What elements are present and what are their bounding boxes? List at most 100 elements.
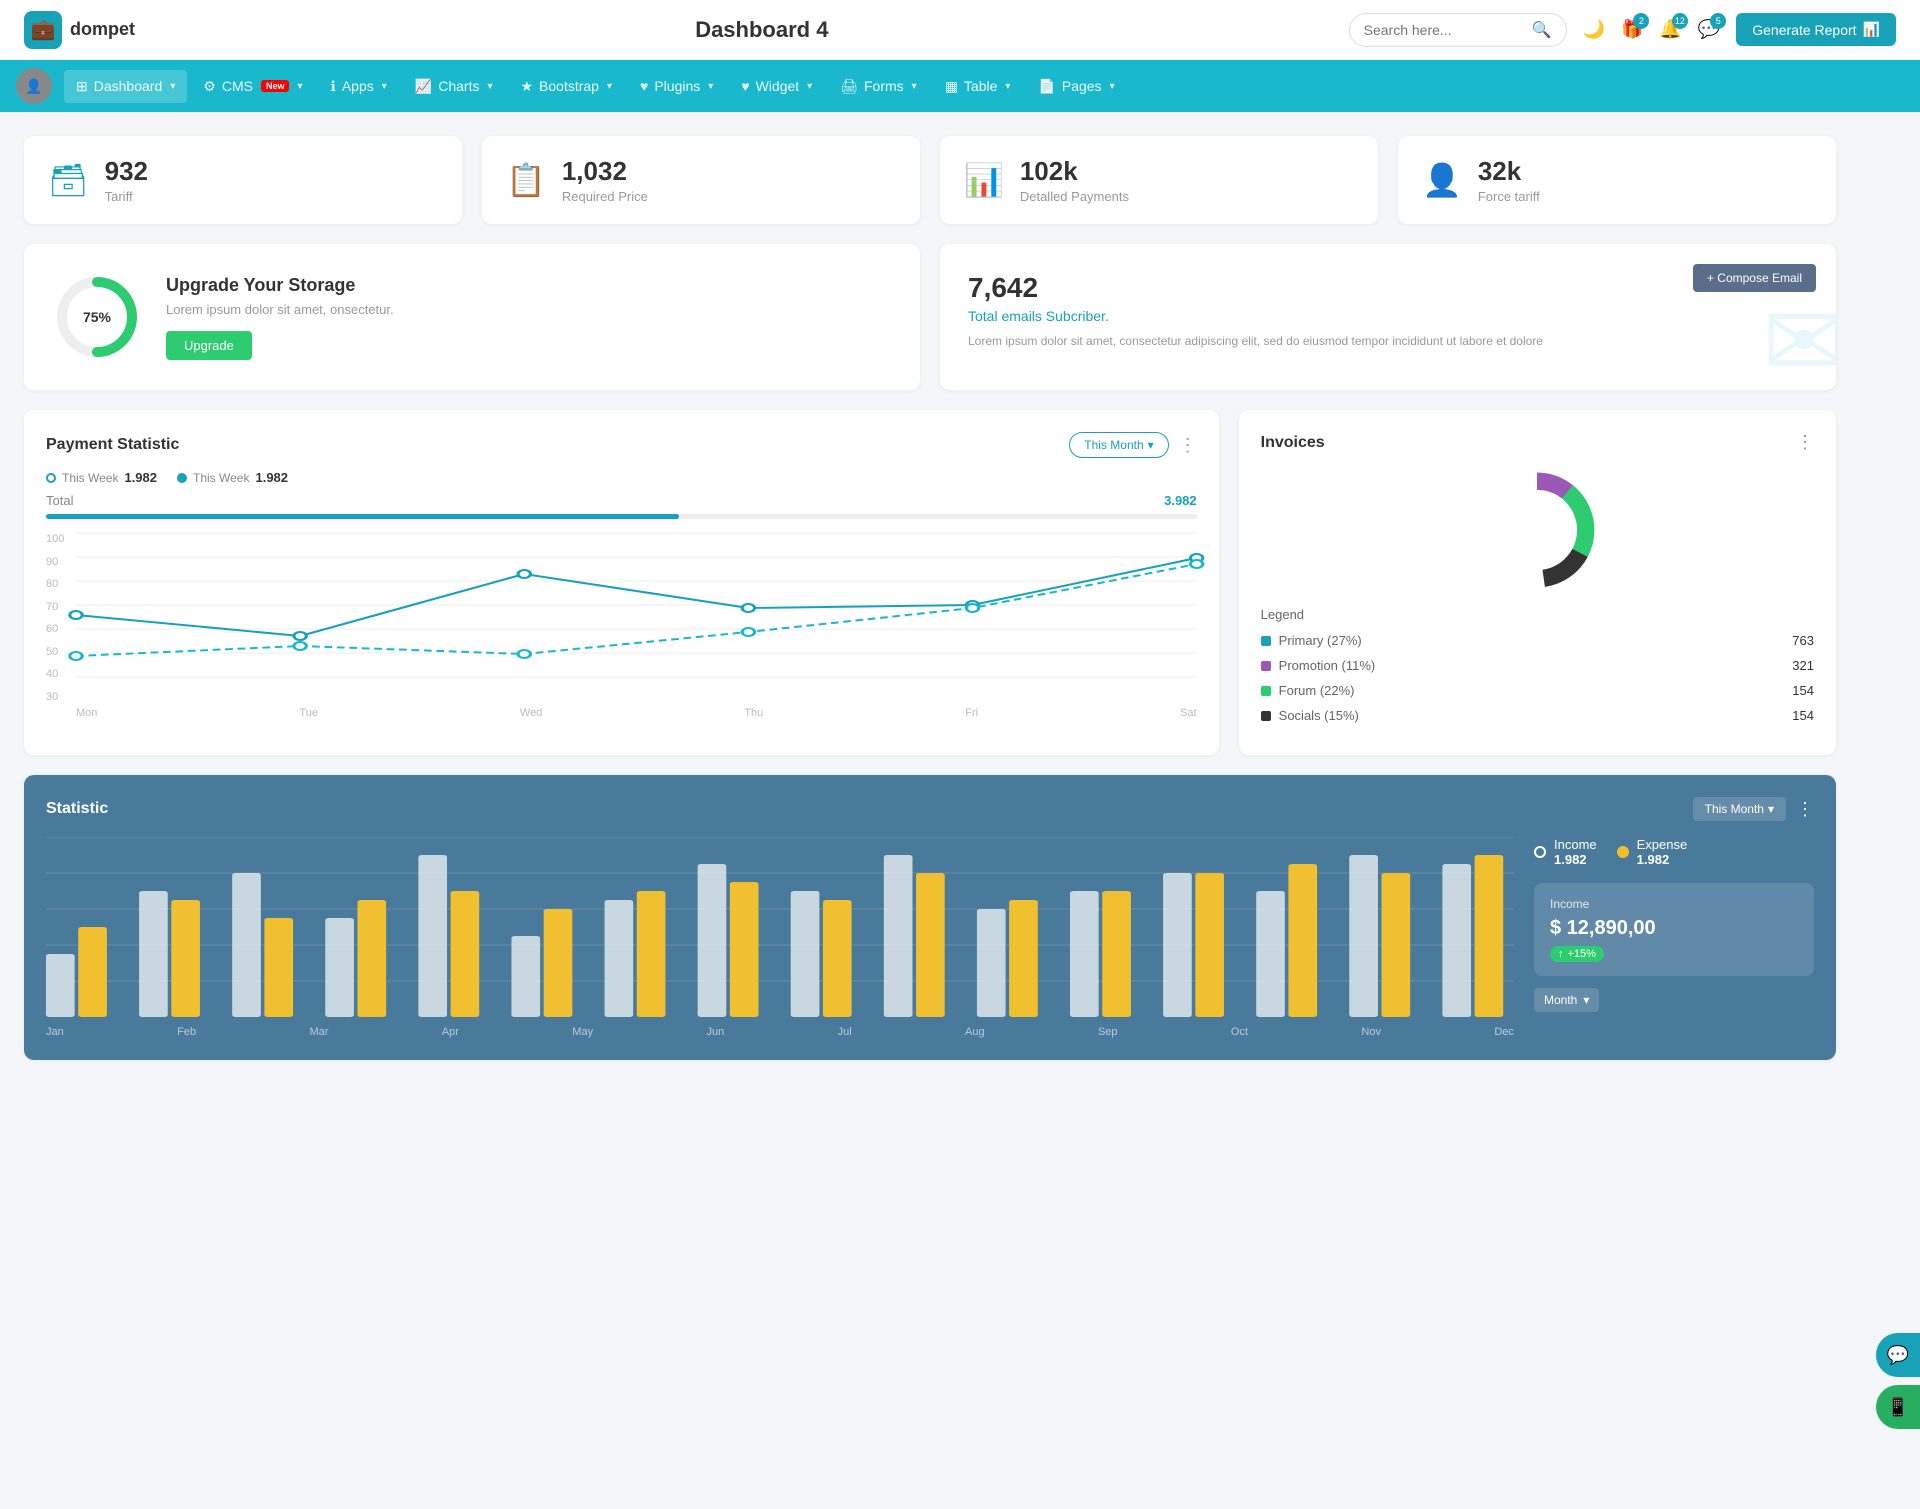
nav-item-forms[interactable]: 🖨 Forms ▾ xyxy=(828,70,928,103)
search-icon: 🔍 xyxy=(1532,20,1552,40)
email-desc: Lorem ipsum dolor sit amet, consectetur … xyxy=(968,332,1808,350)
nav-item-plugins[interactable]: ♥ Plugins ▾ xyxy=(628,70,725,102)
legend-item-2: This Week 1.982 xyxy=(177,470,288,485)
statistic-more-icon[interactable]: ⋮ xyxy=(1796,799,1814,820)
nav-item-bootstrap[interactable]: ★ Bootstrap ▾ xyxy=(508,70,624,103)
payment-title: Payment Statistic xyxy=(46,436,179,454)
total-row: Total 3.982 xyxy=(46,493,1197,508)
invoices-card: Invoices ⋮ Legend xyxy=(1239,410,1836,755)
user-avatar[interactable]: 👤 xyxy=(16,68,52,104)
month-selector-button[interactable]: Month ▾ xyxy=(1534,988,1599,1012)
bootstrap-label: Bootstrap xyxy=(539,78,599,94)
floating-buttons: 💬 📱 xyxy=(1876,1333,1920,1429)
chevron-down-icon-apps: ▾ xyxy=(382,81,387,92)
pages-icon: 📄 xyxy=(1038,78,1055,95)
bottom-row: Payment Statistic This Month ▾ ⋮ This We… xyxy=(24,410,1836,755)
search-box[interactable]: 🔍 xyxy=(1349,13,1567,47)
stat-card-tariff-info: 932 Tariff xyxy=(105,156,148,204)
more-options-icon[interactable]: ⋮ xyxy=(1179,435,1197,456)
middle-row: 75% Upgrade Your Storage Lorem ipsum dol… xyxy=(24,244,1836,390)
month-selector-label: Month xyxy=(1544,993,1577,1007)
search-input[interactable] xyxy=(1364,22,1524,38)
arrow-up-icon: ↑ xyxy=(1558,948,1564,960)
forum-color-sq xyxy=(1261,686,1271,696)
primary-count: 763 xyxy=(1792,633,1814,648)
stat-cards-grid: 🗃 932 Tariff 📋 1,032 Required Price 📊 10… xyxy=(24,136,1836,224)
gift-icon-wrapper[interactable]: 🎁 2 xyxy=(1621,19,1643,40)
chevron-icon: ▾ xyxy=(1148,438,1154,452)
month-selector-row: Month ▾ xyxy=(1534,988,1814,1012)
nav-item-apps[interactable]: ℹ Apps ▾ xyxy=(319,70,399,103)
payment-progress-fill xyxy=(46,514,679,519)
invoices-more-icon[interactable]: ⋮ xyxy=(1796,432,1814,453)
legend-dot-2 xyxy=(177,473,187,483)
statistic-section: Statistic This Month ▾ ⋮ xyxy=(24,775,1836,1060)
stat-card-tariff: 🗃 932 Tariff xyxy=(24,136,462,224)
generate-report-button[interactable]: Generate Report 📊 xyxy=(1736,13,1896,46)
legend-title: Legend xyxy=(1261,607,1814,622)
income-badge: ↑ +15% xyxy=(1550,946,1604,962)
bar-x-labels: Jan Feb Mar Apr May Jun Jul Aug Sep Oct … xyxy=(46,1026,1514,1038)
statistic-month-filter[interactable]: This Month ▾ xyxy=(1693,797,1786,821)
statistic-title: Statistic xyxy=(46,800,108,818)
chevron-down-icon-plugins: ▾ xyxy=(708,81,713,92)
tariff-label: Tariff xyxy=(105,189,148,204)
chevron-down-icon-table: ▾ xyxy=(1005,81,1010,92)
apps-icon: ℹ xyxy=(331,78,336,95)
whatsapp-float-button[interactable]: 📱 xyxy=(1876,1385,1920,1429)
payment-header: Payment Statistic This Month ▾ ⋮ xyxy=(46,432,1197,458)
this-month-filter[interactable]: This Month ▾ xyxy=(1069,432,1168,458)
expense-val: 1.982 xyxy=(1637,852,1688,867)
legend-forum: Forum (22%) 154 xyxy=(1261,678,1814,703)
header: 💼 dompet Dashboard 4 🔍 🌙 🎁 2 🔔 12 💬 5 Ge… xyxy=(0,0,1920,60)
nav-item-widget[interactable]: ♥ Widget ▾ xyxy=(729,70,824,102)
storage-title: Upgrade Your Storage xyxy=(166,275,394,296)
header-right: 🔍 🌙 🎁 2 🔔 12 💬 5 Generate Report 📊 xyxy=(1349,13,1896,47)
bell-icon-wrapper[interactable]: 🔔 12 xyxy=(1659,19,1681,40)
force-value: 32k xyxy=(1478,156,1540,187)
stat-card-price-info: 1,032 Required Price xyxy=(562,156,648,204)
socials-color-sq xyxy=(1261,711,1271,721)
chat-icon-wrapper[interactable]: 💬 5 xyxy=(1698,19,1720,40)
legend-socials: Socials (15%) 154 xyxy=(1261,703,1814,728)
nav-item-charts[interactable]: 📈 Charts ▾ xyxy=(403,70,505,103)
nav-item-table[interactable]: ▦ Table ▾ xyxy=(933,70,1023,103)
total-value: 3.982 xyxy=(1164,493,1197,508)
generate-report-label: Generate Report xyxy=(1752,22,1856,38)
table-label: Table xyxy=(964,78,997,94)
income-val: 1.982 xyxy=(1554,852,1597,867)
chevron-down-icon-forms: ▾ xyxy=(912,81,917,92)
cms-label: CMS xyxy=(222,78,253,94)
chat-float-button[interactable]: 💬 xyxy=(1876,1333,1920,1377)
expense-dot xyxy=(1617,846,1629,858)
force-label: Force tariff xyxy=(1478,189,1540,204)
stat-card-price: 📋 1,032 Required Price xyxy=(482,136,920,224)
storage-percent: 75% xyxy=(83,309,111,325)
legend-label-2: This Week xyxy=(193,471,249,485)
storage-donut: 75% xyxy=(52,272,142,362)
legend-item-1: This Week 1.982 xyxy=(46,470,157,485)
price-label: Required Price xyxy=(562,189,648,204)
compose-email-button[interactable]: + Compose Email xyxy=(1693,264,1816,292)
promotion-label: Promotion (11%) xyxy=(1279,658,1376,673)
stat-card-force-info: 32k Force tariff xyxy=(1478,156,1540,204)
widget-label: Widget xyxy=(756,78,800,94)
logo: 💼 dompet xyxy=(24,11,135,49)
invoices-donut xyxy=(1261,465,1814,595)
plugins-icon: ♥ xyxy=(640,78,648,94)
storage-card: 75% Upgrade Your Storage Lorem ipsum dol… xyxy=(24,244,920,390)
dashboard-label: Dashboard xyxy=(94,78,163,94)
upgrade-button[interactable]: Upgrade xyxy=(166,331,252,360)
email-card: + Compose Email 7,642 Total emails Subcr… xyxy=(940,244,1836,390)
line-chart-canvas xyxy=(76,533,1197,703)
nav-item-cms[interactable]: ⚙ CMS New ▾ xyxy=(191,70,314,103)
moon-icon[interactable]: 🌙 xyxy=(1583,19,1605,40)
storage-info: Upgrade Your Storage Lorem ipsum dolor s… xyxy=(166,275,394,360)
expense-item: Expense 1.982 xyxy=(1617,837,1688,867)
main-content: 🗃 932 Tariff 📋 1,032 Required Price 📊 10… xyxy=(0,112,1860,1084)
legend-val-2: 1.982 xyxy=(255,470,288,485)
payment-legend: This Week 1.982 This Week 1.982 xyxy=(46,470,1197,485)
gift-badge: 2 xyxy=(1633,13,1649,29)
nav-item-pages[interactable]: 📄 Pages ▾ xyxy=(1026,70,1126,103)
nav-item-dashboard[interactable]: ⊞ Dashboard ▾ xyxy=(64,70,187,103)
